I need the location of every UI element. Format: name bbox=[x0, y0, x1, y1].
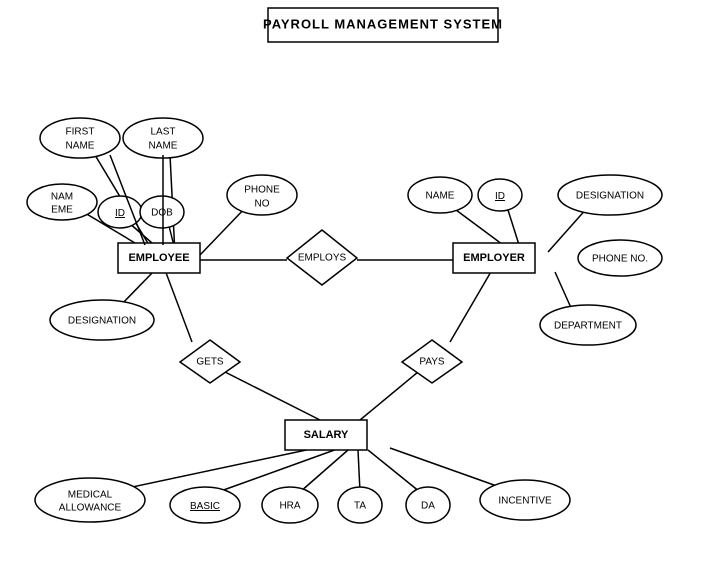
attr-nameme-text1: NAM bbox=[51, 192, 73, 203]
attr-emp-id-text: ID bbox=[115, 208, 125, 219]
attr-emp-designation-text: DESIGNATION bbox=[68, 316, 136, 327]
line-emp-gets bbox=[165, 270, 192, 342]
attr-lastname-text1: LAST bbox=[150, 127, 175, 138]
diagram-title: PAYROLL MANAGEMENT SYSTEM bbox=[263, 16, 503, 31]
attr-phoneno-emp-text2: NO bbox=[255, 199, 270, 210]
entity-employee-text: EMPLOYEE bbox=[128, 252, 189, 264]
attr-employer-phoneno-text: PHONE NO. bbox=[592, 254, 648, 265]
attr-dob-text: DOB bbox=[151, 208, 173, 219]
attr-employer-name-text: NAME bbox=[426, 191, 455, 202]
attr-medical-text1: MEDICAL bbox=[68, 490, 113, 501]
entity-employer-text: EMPLOYER bbox=[463, 252, 525, 264]
line-salary-incentive bbox=[390, 448, 508, 490]
attr-basic-text: BASIC bbox=[190, 501, 220, 512]
rel-pays-text: PAYS bbox=[419, 357, 445, 368]
attr-lastname bbox=[123, 118, 203, 158]
attr-department-text: DEPARTMENT bbox=[554, 321, 622, 332]
entity-salary-text: SALARY bbox=[304, 429, 349, 441]
attr-employer-designation-text: DESIGNATION bbox=[576, 191, 644, 202]
line-employer-dept bbox=[555, 272, 572, 310]
rel-employs-text: EMPLOYS bbox=[298, 253, 347, 264]
attr-hra-text: HRA bbox=[279, 501, 300, 512]
attr-employer-id-text: ID bbox=[495, 191, 505, 202]
line-pays-salary bbox=[360, 372, 418, 420]
line-gets-salary bbox=[225, 372, 320, 420]
line-salary-medical bbox=[118, 445, 330, 490]
attr-phoneno-emp-text1: PHONE bbox=[244, 185, 280, 196]
attr-firstname bbox=[40, 118, 120, 158]
attr-medical-text2: ALLOWANCE bbox=[59, 503, 122, 514]
attr-incentive-text: INCENTIVE bbox=[498, 496, 552, 507]
attr-lastname-text2: NAME bbox=[149, 141, 178, 152]
line-employer-pays bbox=[450, 270, 492, 342]
line-salary-ta bbox=[358, 450, 360, 492]
attr-nameme-text2: EME bbox=[51, 205, 73, 216]
line-salary-basic bbox=[218, 448, 340, 492]
line-salary-hra bbox=[300, 450, 348, 492]
attr-firstname-text1: FIRST bbox=[66, 127, 95, 138]
attr-firstname-text2: NAME bbox=[66, 141, 95, 152]
attr-da-text: DA bbox=[421, 501, 435, 512]
attr-ta-text: TA bbox=[354, 501, 366, 512]
line-employer-desig bbox=[548, 207, 588, 252]
line-emp-phoneno bbox=[200, 205, 248, 255]
rel-gets-text: GETS bbox=[196, 357, 224, 368]
